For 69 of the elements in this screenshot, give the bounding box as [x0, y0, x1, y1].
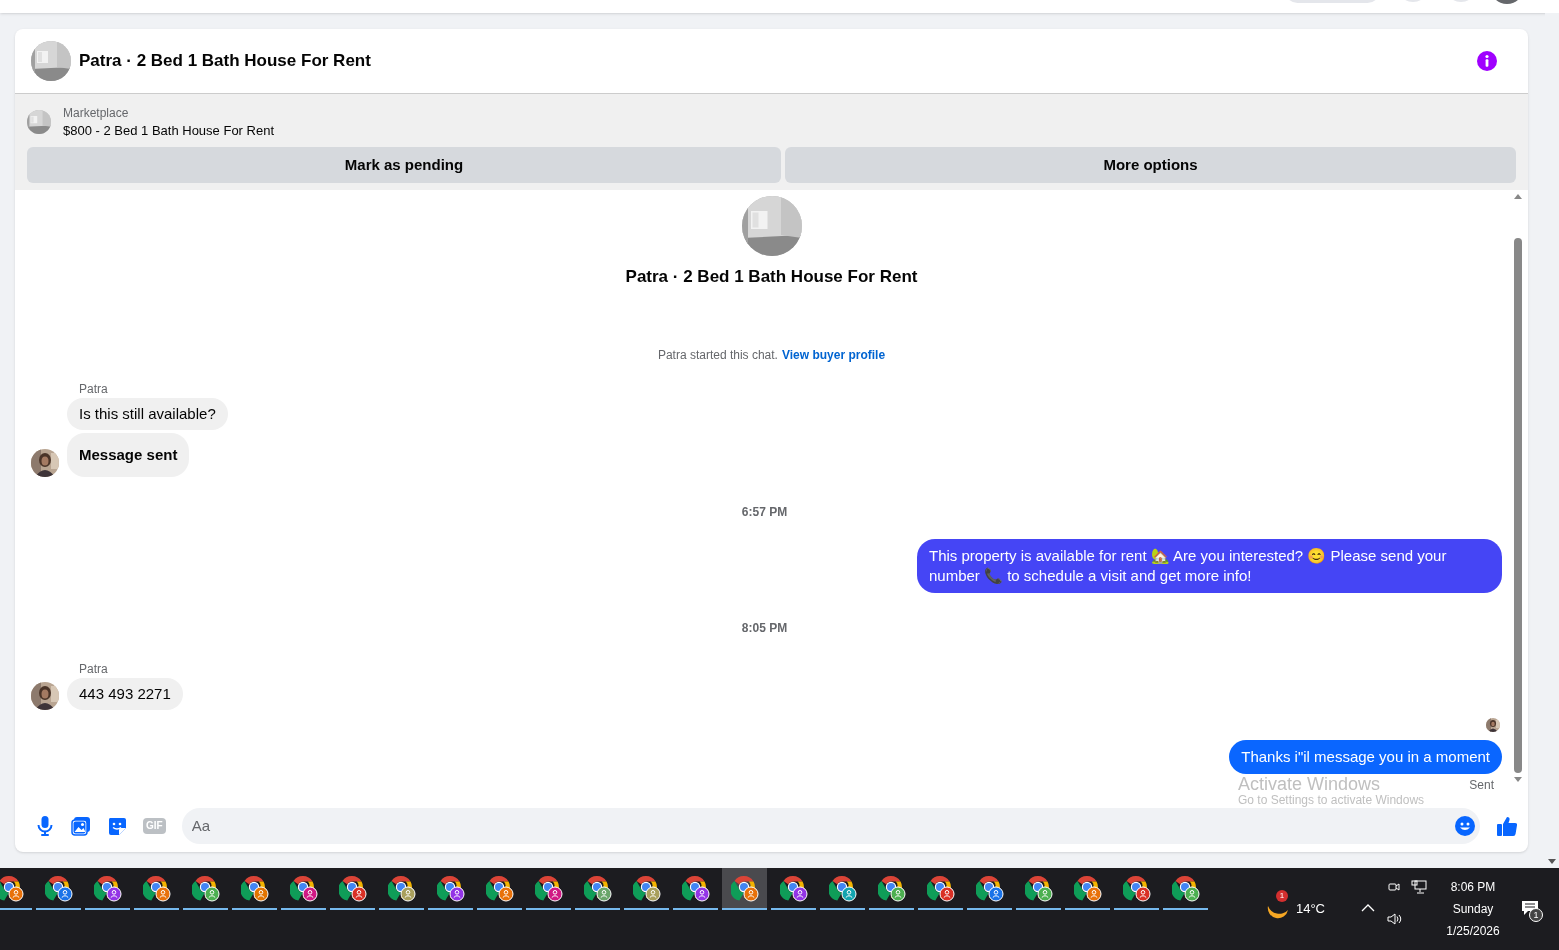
taskbar-button[interactable]	[722, 868, 767, 910]
volume-icon[interactable]	[1387, 912, 1403, 926]
message-bubble: 443 493 2271	[67, 677, 183, 710]
sender-avatar	[31, 681, 59, 710]
listing-avatar	[27, 110, 51, 134]
message-bubble: This property is available for rent 🏡 Are you interested? 😊 Please send your number 📞 to schedule a visit and get more info!	[917, 538, 1502, 593]
network-icon[interactable]	[1411, 880, 1427, 894]
info-icon[interactable]	[1476, 50, 1498, 72]
buyer-profile-link[interactable]: View buyer profile	[781, 346, 886, 363]
camera-icon[interactable]	[1387, 880, 1401, 894]
browser-profile-icon	[93, 874, 122, 902]
image-icon[interactable]	[71, 816, 91, 836]
browser-profile-icon	[583, 874, 612, 902]
browser-profile-icon	[779, 874, 808, 902]
message-field[interactable]: Aa	[181, 808, 1480, 844]
clock-time[interactable]: 8:06 PM	[1450, 876, 1496, 898]
chat-title: Patra · 2 Bed 1 Bath House For Rent	[625, 266, 918, 288]
message-bubble: Message sent	[67, 432, 190, 477]
browser-profile-icon	[485, 874, 514, 902]
emoji-icon[interactable]	[1454, 815, 1476, 837]
browser-profile-icon	[1073, 874, 1102, 902]
browser-profile-icon	[387, 874, 416, 902]
activation-notice-title: Activate Windows	[1238, 775, 1382, 793]
chevron-up-icon[interactable]	[1361, 904, 1375, 912]
conversation-title: Patra · 2 Bed 1 Bath House For Rent	[79, 50, 371, 73]
browser-profile-icon	[632, 874, 661, 902]
sticker-icon[interactable]	[107, 816, 127, 836]
browser-profile-icon	[436, 874, 465, 902]
browser-profile-icon	[534, 874, 563, 902]
more-options-button[interactable]: More options	[785, 147, 1516, 183]
sender-name: Patra	[79, 380, 109, 397]
browser-profile-icon	[681, 874, 710, 902]
browser-profile-icon	[289, 874, 318, 902]
browser-profile-icon	[44, 874, 73, 902]
sender-avatar	[31, 448, 59, 477]
browser-profile-icon	[1024, 874, 1053, 902]
timestamp: 8:05 PM	[741, 620, 788, 635]
browser-profile-icon	[926, 874, 955, 902]
listing-avatar	[31, 41, 71, 81]
browser-profile-icon	[191, 874, 220, 902]
browser-profile-icon	[0, 874, 24, 902]
activation-notice-text: Go to Settings to activate Windows	[1238, 793, 1425, 807]
browser-profile-icon	[1122, 874, 1151, 902]
message-bubble: Is this still available?	[67, 397, 228, 430]
sender-name: Patra	[79, 660, 109, 677]
browser-profile-icon	[142, 874, 171, 902]
like-icon[interactable]	[1496, 815, 1518, 837]
message-input[interactable]: Aa	[191, 814, 1454, 838]
browser-profile-icon	[730, 874, 759, 902]
system-message: Patra started this chat.	[657, 346, 778, 363]
browser-profile-icon	[1171, 874, 1200, 902]
browser-profile-icon	[975, 874, 1004, 902]
mark-pending-button[interactable]: Mark as pending	[27, 147, 781, 183]
listing-source: Marketplace	[63, 105, 130, 122]
message-bubble: Thanks i"il message you in a moment	[1229, 739, 1502, 774]
message-status: Sent	[1469, 776, 1494, 794]
clock-day[interactable]: Sunday	[1452, 898, 1494, 920]
browser-profile-icon	[338, 874, 367, 902]
temperature[interactable]: 14°C	[1295, 899, 1325, 919]
browser-profile-icon	[877, 874, 906, 902]
clock-date[interactable]: 1/25/2026	[1446, 920, 1500, 942]
listing-avatar	[741, 196, 802, 256]
notification-count: 1	[1529, 908, 1543, 922]
timestamp: 6:57 PM	[741, 504, 788, 519]
browser-profile-icon	[828, 874, 857, 902]
microphone-icon[interactable]	[35, 815, 55, 837]
browser-profile-icon	[240, 874, 269, 902]
notification-badge: 1	[1275, 890, 1288, 902]
listing-title: $800 - 2 Bed 1 Bath House For Rent	[63, 122, 274, 140]
